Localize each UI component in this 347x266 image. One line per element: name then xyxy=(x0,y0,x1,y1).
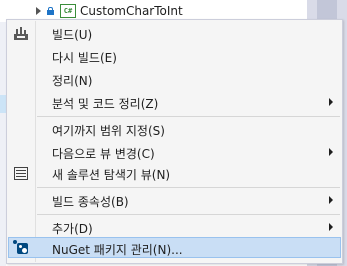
lock-icon xyxy=(47,7,54,15)
build-icon xyxy=(12,24,30,42)
menu-item-label: 다음으로 뷰 변경(C) xyxy=(52,147,155,161)
submenu-arrow-icon xyxy=(329,196,333,204)
menu-item-manage-nuget[interactable]: NuGet 패키지 관리(N)... xyxy=(8,237,341,258)
menu-item-label: 정리(N) xyxy=(52,74,93,88)
submenu-arrow-icon xyxy=(329,148,333,156)
menu-item-change-view[interactable]: 다음으로 뷰 변경(C) xyxy=(8,142,341,162)
menu-separator xyxy=(37,214,340,215)
menu-item-label: 추가(D) xyxy=(52,222,93,236)
project-name: CustomCharToInt xyxy=(80,4,183,18)
menu-separator xyxy=(37,187,340,188)
menu-item-label: 다시 빌드(E) xyxy=(52,51,117,65)
menu-item-new-explorer-view[interactable]: 새 솔루션 탐색기 뷰(N) xyxy=(8,163,341,183)
menu-item-build-dependencies[interactable]: 빌드 종속성(B) xyxy=(8,190,341,210)
csharp-project-icon: C# xyxy=(60,4,76,18)
menu-item-add[interactable]: 추가(D) xyxy=(8,217,341,237)
expand-arrow-icon[interactable] xyxy=(36,7,41,15)
menu-item-label: NuGet 패키지 관리(N)... xyxy=(52,243,183,257)
menu-item-build[interactable]: 빌드(U) xyxy=(8,23,341,43)
menu-item-label: 새 솔루션 탐색기 뷰(N) xyxy=(52,168,171,182)
solution-explorer-icon xyxy=(12,164,30,182)
submenu-arrow-icon xyxy=(329,98,333,106)
menu-item-scope-to-this[interactable]: 여기까지 범위 지정(S) xyxy=(8,119,341,139)
menu-separator xyxy=(37,116,340,117)
tree-node-project[interactable]: C# CustomCharToInt xyxy=(36,3,183,19)
menu-item-rebuild[interactable]: 다시 빌드(E) xyxy=(8,46,341,66)
submenu-arrow-icon xyxy=(329,223,333,231)
menu-item-label: 빌드(U) xyxy=(52,28,93,42)
menu-item-label: 여기까지 범위 지정(S) xyxy=(52,124,165,138)
menu-item-analyze[interactable]: 분석 및 코드 정리(Z) xyxy=(8,92,341,112)
context-menu: 빌드(U) 다시 빌드(E) 정리(N) 분석 및 코드 정리(Z) 여기까지 … xyxy=(6,19,343,264)
menu-item-label: 빌드 종속성(B) xyxy=(52,195,129,209)
menu-item-label: 분석 및 코드 정리(Z) xyxy=(52,97,159,111)
nuget-icon xyxy=(12,238,30,256)
menu-item-clean[interactable]: 정리(N) xyxy=(8,69,341,89)
